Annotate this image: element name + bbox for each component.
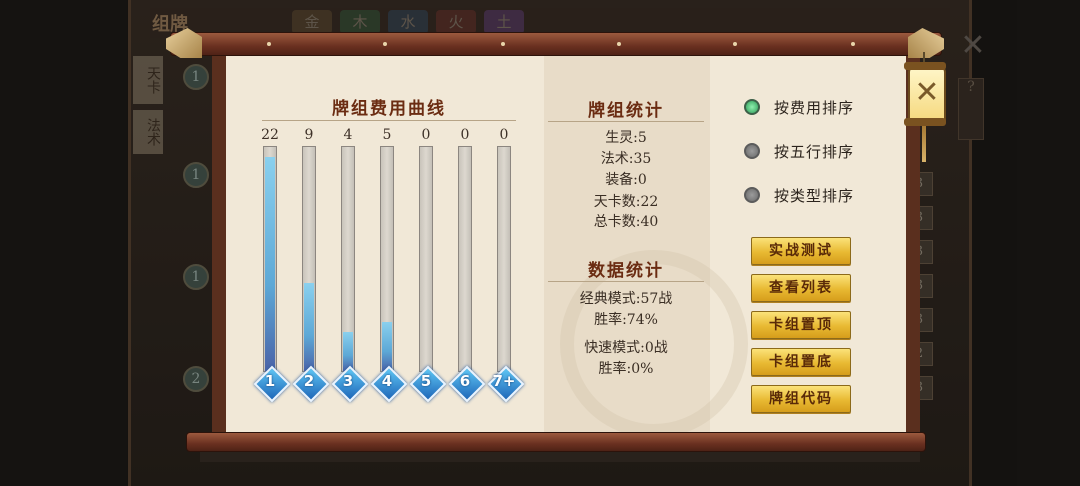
view-list-button[interactable]: 查看列表 xyxy=(751,274,851,302)
bar-count-label: 4 xyxy=(343,127,353,143)
cost-bar xyxy=(343,332,353,371)
stat-total-cards: 总卡数:40 xyxy=(593,214,659,230)
bar-count-label: 0 xyxy=(499,127,509,143)
stat-classic-winrate: 胜率:74% xyxy=(594,312,658,328)
cost-bar-track xyxy=(380,146,394,372)
sort-by-cost-option[interactable]: 按费用排序 xyxy=(744,96,854,118)
bar-count-label: 22 xyxy=(261,127,279,143)
deck-code-button[interactable]: 牌组代码 xyxy=(751,385,851,413)
stat-creatures: 生灵:5 xyxy=(605,130,647,146)
stat-quick-mode: 快速模式:0战 xyxy=(584,340,668,356)
battle-test-button[interactable]: 实战测试 xyxy=(751,237,851,265)
cost-tick-label: 7+ xyxy=(492,372,516,390)
sort-by-type-label: 按类型排序 xyxy=(774,186,855,205)
stat-spells: 法术:35 xyxy=(600,151,652,167)
cost-tick-label: 4 xyxy=(381,372,393,390)
cost-curve-title: 牌组费用曲线 xyxy=(332,99,446,119)
bar-count-label: 5 xyxy=(382,127,392,143)
scroll-top-rod xyxy=(170,32,942,56)
cost-bar xyxy=(265,157,275,371)
deck-to-bottom-button[interactable]: 卡组置底 xyxy=(751,348,851,376)
radio-selected-icon[interactable] xyxy=(744,99,760,115)
cost-bar xyxy=(382,322,392,371)
lantern-cap xyxy=(904,62,946,70)
radio-unselected-icon[interactable] xyxy=(744,143,760,159)
cost-bar-track xyxy=(263,146,277,372)
divider xyxy=(548,281,704,282)
stat-equipment: 装备:0 xyxy=(605,172,647,188)
stat-heaven-cards: 天卡数:22 xyxy=(593,194,659,210)
sort-by-element-label: 按五行排序 xyxy=(774,142,855,161)
radio-unselected-icon[interactable] xyxy=(744,187,760,203)
cost-bar-track xyxy=(458,146,472,372)
deck-to-top-button[interactable]: 卡组置顶 xyxy=(751,311,851,339)
sort-by-element-option[interactable]: 按五行排序 xyxy=(744,140,854,162)
sort-by-cost-label: 按费用排序 xyxy=(774,98,855,117)
bar-count-label: 0 xyxy=(421,127,431,143)
cost-tick-label: 5 xyxy=(420,372,432,390)
deck-stats-title: 牌组统计 xyxy=(588,101,664,121)
cost-bar-track xyxy=(341,146,355,372)
lantern-cap xyxy=(904,118,946,126)
scroll-bottom-rod xyxy=(186,432,926,452)
cost-tick-label: 1 xyxy=(264,372,276,390)
cost-bar-track xyxy=(302,146,316,372)
data-stats-title: 数据统计 xyxy=(588,261,664,281)
bar-count-label: 9 xyxy=(304,127,314,143)
cost-bar xyxy=(304,283,314,371)
bar-count-label: 0 xyxy=(460,127,470,143)
divider xyxy=(262,120,516,121)
cost-bar-track xyxy=(419,146,433,372)
stat-classic-mode: 经典模式:57战 xyxy=(579,291,673,307)
sort-by-type-option[interactable]: 按类型排序 xyxy=(744,184,854,206)
cost-tick-label: 6 xyxy=(459,372,471,390)
close-icon[interactable]: ✕ xyxy=(908,74,946,112)
stat-quick-winrate: 胜率:0% xyxy=(598,361,654,377)
cost-bar-track xyxy=(497,146,511,372)
divider xyxy=(548,121,704,122)
lantern-tassel xyxy=(922,126,926,162)
cost-tick-label: 3 xyxy=(342,372,354,390)
cost-tick-label: 2 xyxy=(303,372,315,390)
